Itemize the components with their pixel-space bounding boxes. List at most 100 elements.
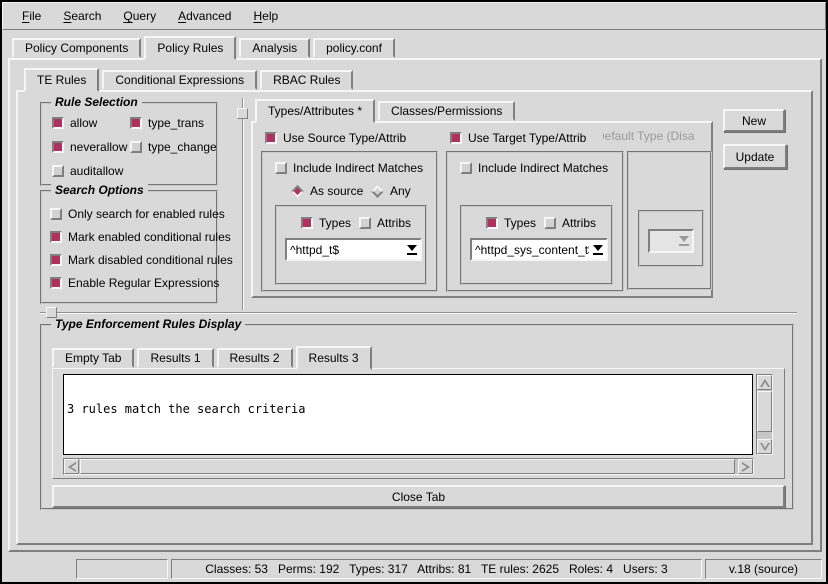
tab-classes-permissions[interactable]: Classes/Permissions: [378, 101, 515, 121]
checkbox-type-change[interactable]: type_change: [130, 140, 217, 154]
menubar: File Search Query Advanced Help: [2, 2, 826, 30]
arrow-down-icon: [760, 443, 770, 451]
te-rules-display-title: Type Enforcement Rules Display: [51, 317, 245, 331]
checkbox-target-types[interactable]: Types: [486, 216, 536, 230]
checkbox-label: type_trans: [148, 116, 204, 130]
tab-rbac-rules[interactable]: RBAC Rules: [260, 70, 353, 90]
tab-analysis[interactable]: Analysis: [239, 38, 310, 58]
radio-label: Any: [390, 184, 411, 198]
checkbox-label: allow: [70, 116, 97, 130]
checkbox-use-target[interactable]: Use Target Type/Attrib: [450, 131, 586, 145]
menu-search[interactable]: Search: [54, 6, 110, 26]
vertical-sash-grip[interactable]: [237, 108, 248, 119]
results-horizontal-scrollbar[interactable]: [63, 458, 754, 475]
menu-query[interactable]: Query: [114, 6, 165, 26]
checkbox-source-attribs[interactable]: Attribs: [359, 216, 411, 230]
rule-selection-frame: Rule Selection allow type_trans neverall…: [40, 102, 218, 186]
dropdown-arrow-icon[interactable]: [589, 240, 606, 259]
new-button[interactable]: New: [723, 109, 785, 132]
checkbox-indicator: [52, 117, 64, 129]
vertical-sash[interactable]: [242, 98, 244, 310]
checkbox-enable-regex[interactable]: Enable Regular Expressions: [50, 276, 219, 290]
checkbox-auditallow[interactable]: auditallow: [52, 164, 123, 178]
radio-indicator: [291, 185, 304, 198]
checkbox-label: type_change: [148, 140, 217, 154]
results-panel: 3 rules match the search criteria (5822)…: [52, 368, 785, 479]
checkbox-source-types[interactable]: Types: [301, 216, 351, 230]
radio-any[interactable]: Any: [371, 184, 411, 198]
status-policy-version: v.18 (source): [705, 559, 822, 579]
checkbox-neverallow[interactable]: neverallow: [52, 140, 127, 154]
close-tab-button[interactable]: Close Tab: [52, 485, 785, 508]
radio-as-source[interactable]: As source: [291, 184, 363, 198]
tab-conditional-expressions[interactable]: Conditional Expressions: [102, 70, 257, 90]
menu-help[interactable]: Help: [244, 6, 287, 26]
checkbox-allow[interactable]: allow: [52, 116, 97, 130]
checkbox-enabled-only[interactable]: Only search for enabled rules: [50, 207, 225, 221]
tab-results-2[interactable]: Results 2: [217, 348, 293, 368]
checkbox-type-trans[interactable]: type_trans: [130, 116, 204, 130]
horizontal-sash-grip[interactable]: [46, 307, 57, 318]
checkbox-use-source[interactable]: Use Source Type/Attrib: [265, 131, 406, 145]
horizontal-sash[interactable]: [40, 312, 797, 314]
checkbox-label: auditallow: [70, 164, 123, 178]
types-attributes-tabs: Types/Attributes * Classes/Permissions: [255, 99, 518, 123]
checkbox-label: Include Indirect Matches: [478, 161, 608, 175]
checkbox-label: Only search for enabled rules: [68, 207, 225, 221]
scroll-left-button[interactable]: [64, 459, 79, 474]
tab-results-1[interactable]: Results 1: [137, 348, 213, 368]
status-policy-stats: Classes: 53 Perms: 192 Types: 317 Attrib…: [171, 559, 702, 579]
checkbox-target-indirect[interactable]: Include Indirect Matches: [460, 161, 608, 175]
menu-advanced[interactable]: Advanced: [169, 6, 240, 26]
horizontal-scrollbar-thumb[interactable]: [80, 459, 735, 474]
checkbox-label: Mark enabled conditional rules: [68, 230, 231, 244]
tab-results-3[interactable]: Results 3: [296, 346, 372, 370]
radio-label: As source: [310, 184, 363, 198]
combobox-value: ^httpd_t$: [287, 242, 403, 258]
checkbox-indicator: [52, 165, 64, 177]
radio-indicator: [371, 185, 384, 198]
te-rules-display-frame: Type Enforcement Rules Display Empty Tab…: [40, 324, 794, 510]
results-tabs: Empty Tab Results 1 Results 2 Results 3: [52, 344, 375, 370]
arrow-up-icon: [760, 379, 770, 387]
tab-types-attributes[interactable]: Types/Attributes *: [255, 99, 375, 123]
blank-line: [67, 442, 749, 455]
arrow-left-icon: [68, 462, 76, 472]
checkbox-target-attribs[interactable]: Attribs: [544, 216, 596, 230]
checkbox-indicator: [52, 141, 64, 153]
scroll-right-button[interactable]: [738, 459, 753, 474]
scroll-up-button[interactable]: [757, 375, 772, 390]
search-options-frame: Search Options Only search for enabled r…: [40, 190, 218, 304]
results-text-area[interactable]: 3 rules match the search criteria (5822)…: [63, 374, 753, 455]
dropdown-arrow-icon[interactable]: [403, 240, 420, 259]
checkbox-source-indirect[interactable]: Include Indirect Matches: [275, 161, 423, 175]
vertical-scrollbar-thumb[interactable]: [757, 391, 772, 432]
dropdown-arrow-icon: [675, 231, 692, 251]
arrow-right-icon: [742, 462, 750, 472]
checkbox-label: Types: [504, 216, 536, 230]
checkbox-indicator: [265, 132, 277, 144]
tab-empty[interactable]: Empty Tab: [52, 348, 134, 368]
source-type-combobox[interactable]: ^httpd_t$: [285, 238, 422, 261]
menu-file[interactable]: File: [13, 6, 50, 26]
default-type-frame: [627, 151, 712, 290]
update-button[interactable]: Update: [723, 144, 787, 169]
checkbox-mark-disabled[interactable]: Mark disabled conditional rules: [50, 253, 233, 267]
rule-selection-title: Rule Selection: [51, 95, 142, 109]
target-type-frame: Include Indirect Matches Types Attribs ^…: [446, 151, 624, 292]
checkbox-label: Mark disabled conditional rules: [68, 253, 233, 267]
checkbox-mark-enabled[interactable]: Mark enabled conditional rules: [50, 230, 231, 244]
tab-policy-conf[interactable]: policy.conf: [313, 38, 395, 58]
checkbox-label: Attribs: [377, 216, 411, 230]
target-type-combobox[interactable]: ^httpd_sys_content_t$: [470, 238, 608, 261]
checkbox-indicator: [130, 141, 142, 153]
tab-policy-components[interactable]: Policy Components: [12, 38, 141, 58]
checkbox-indicator: [50, 277, 62, 289]
results-vertical-scrollbar[interactable]: [756, 374, 773, 455]
tab-policy-rules[interactable]: Policy Rules: [144, 36, 236, 60]
scroll-down-button[interactable]: [757, 439, 772, 454]
tab-te-rules[interactable]: TE Rules: [24, 68, 99, 92]
apol-window: File Search Query Advanced Help Policy C…: [0, 0, 828, 584]
default-type-inner-frame: [638, 210, 704, 267]
checkbox-indicator: [301, 217, 313, 229]
